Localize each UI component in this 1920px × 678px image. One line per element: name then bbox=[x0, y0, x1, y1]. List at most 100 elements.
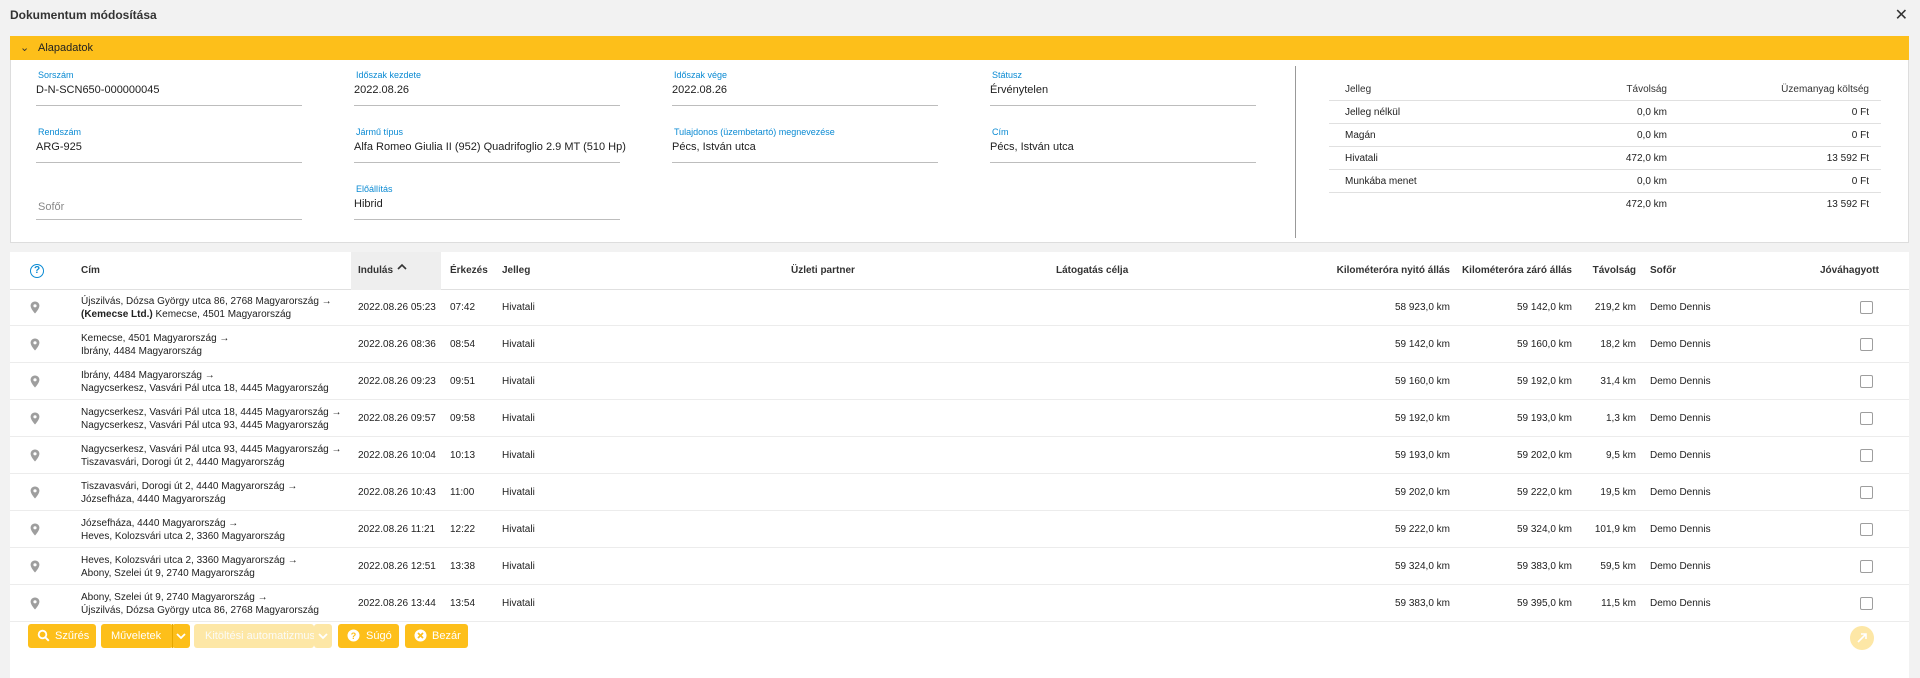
col-header-erkezes[interactable]: Érkezés bbox=[450, 265, 488, 276]
odometer-end-cell: 59 395,0 km bbox=[1516, 598, 1572, 609]
cim-field[interactable]: Cím Pécs, István utca bbox=[990, 127, 1256, 163]
approved-checkbox[interactable] bbox=[1860, 449, 1873, 462]
sugo-button[interactable]: ? Súgó bbox=[338, 624, 399, 648]
help-icon: ? bbox=[347, 629, 360, 642]
field-value: D-N-SCN650-000000045 bbox=[36, 84, 160, 96]
col-header-cim[interactable]: Cím bbox=[81, 265, 100, 276]
szures-button[interactable]: Szűrés bbox=[28, 624, 96, 648]
rendszam-field[interactable]: Rendszám ARG-925 bbox=[36, 127, 302, 163]
type-cell: Hivatali bbox=[502, 487, 535, 498]
close-circle-icon bbox=[414, 629, 427, 642]
odometer-start-cell: 59 142,0 km bbox=[1394, 339, 1450, 350]
map-pin-icon bbox=[30, 486, 40, 499]
muveletek-label: Műveletek bbox=[111, 630, 162, 642]
tulajdonos-field[interactable]: Tulajdonos (üzembetartó) megnevezése Péc… bbox=[672, 127, 938, 163]
field-label: Státusz bbox=[992, 70, 1023, 80]
col-header-jovahagyott[interactable]: Jóváhagyott bbox=[1820, 265, 1879, 276]
departure-cell: 2022.08.26 13:44 bbox=[358, 598, 436, 609]
sort-ascending-icon[interactable] bbox=[397, 262, 407, 275]
floating-action-button[interactable] bbox=[1850, 626, 1874, 650]
map-pin-icon bbox=[30, 449, 40, 462]
col-header-indulas[interactable]: Indulás bbox=[358, 265, 393, 276]
elohajtas-field[interactable]: Előállítás Hibrid bbox=[354, 184, 620, 220]
muveletek-button[interactable]: Műveletek bbox=[101, 624, 173, 648]
col-header-tavolsag[interactable]: Távolság bbox=[1593, 265, 1636, 276]
arrival-cell: 13:54 bbox=[450, 598, 476, 609]
approved-checkbox[interactable] bbox=[1860, 375, 1873, 388]
bezar-button[interactable]: Bezár bbox=[405, 624, 468, 648]
approved-checkbox[interactable] bbox=[1860, 597, 1873, 610]
question-circle-icon[interactable]: ? bbox=[30, 264, 44, 278]
expand-icon bbox=[1857, 633, 1867, 643]
table-row[interactable]: Abony, Szelei út 9, 2740 Magyarország → Ú… bbox=[10, 586, 1909, 622]
sorszam-field[interactable]: Sorszám D-N-SCN650-000000045 bbox=[36, 70, 302, 106]
statusz-field[interactable]: Státusz Érvénytelen bbox=[990, 70, 1256, 106]
odometer-start-cell: 58 923,0 km bbox=[1394, 302, 1450, 313]
col-header-latogatas-celja[interactable]: Látogatás célja bbox=[1056, 265, 1128, 276]
address-cell: Nagycserkesz, Vasvári Pál utca 93, 4445 … bbox=[81, 443, 342, 469]
departure-cell: 2022.08.26 10:43 bbox=[358, 487, 436, 498]
address-cell: Abony, Szelei út 9, 2740 Magyarország → Ú… bbox=[81, 591, 319, 617]
col-header-uzleti-partner[interactable]: Üzleti partner bbox=[791, 265, 855, 276]
trips-grid: ? Cím Indulás Érkezés Jelleg Üzleti part… bbox=[10, 252, 1909, 678]
field-placeholder: Sofőr bbox=[38, 201, 65, 213]
driver-cell: Demo Dennis bbox=[1650, 302, 1711, 313]
approved-checkbox[interactable] bbox=[1860, 412, 1873, 425]
address-cell: Heves, Kolozsvári utca 2, 3360 Magyarors… bbox=[81, 554, 298, 580]
col-header-jelleg[interactable]: Jelleg bbox=[502, 265, 530, 276]
grid-header: ? Cím Indulás Érkezés Jelleg Üzleti part… bbox=[10, 252, 1909, 290]
departure-cell: 2022.08.26 11:21 bbox=[358, 524, 436, 535]
field-label: Rendszám bbox=[38, 127, 82, 137]
approved-checkbox[interactable] bbox=[1860, 560, 1873, 573]
summary-cell: Jelleg nélkül bbox=[1345, 107, 1401, 118]
summary-row: Jelleg nélkül 0,0 km 0 Ft bbox=[1329, 101, 1881, 124]
table-row[interactable]: Újszilvás, Dózsa György utca 86, 2768 Ma… bbox=[10, 290, 1909, 326]
address-from: Ibrány, 4484 Magyarország → bbox=[81, 370, 215, 381]
kitoltesi-automatizmusok-button[interactable]: Kitöltési automatizmusok bbox=[194, 624, 327, 648]
col-header-km-zaro[interactable]: Kilométeróra záró állás bbox=[1462, 265, 1572, 276]
muveletek-dropdown-button[interactable] bbox=[172, 624, 190, 648]
table-row[interactable]: Nagycserkesz, Vasvári Pál utca 18, 4445 … bbox=[10, 401, 1909, 437]
search-icon bbox=[37, 629, 50, 642]
driver-cell: Demo Dennis bbox=[1650, 413, 1711, 424]
field-value: Érvénytelen bbox=[990, 84, 1049, 96]
field-label: Előállítás bbox=[356, 184, 393, 194]
departure-cell: 2022.08.26 05:23 bbox=[358, 302, 436, 313]
sofor-field[interactable]: Sofőr bbox=[36, 184, 302, 220]
jarmu-tipus-field[interactable]: Jármű típus Alfa Romeo Giulia II (952) Q… bbox=[354, 127, 626, 163]
col-header-km-nyito[interactable]: Kilométeróra nyitó állás bbox=[1337, 265, 1450, 276]
idoszak-vege-field[interactable]: Időszak vége 2022.08.26 bbox=[672, 70, 938, 106]
table-row[interactable]: Heves, Kolozsvári utca 2, 3360 Magyarors… bbox=[10, 549, 1909, 585]
address-from: Heves, Kolozsvári utca 2, 3360 Magyarors… bbox=[81, 555, 298, 566]
summary-row: Hivatali 472,0 km 13 592 Ft bbox=[1329, 147, 1881, 170]
chevron-down-icon[interactable]: ⌄ bbox=[20, 41, 29, 54]
address-to: Tiszavasvári, Dorogi út 2, 4440 Magyaror… bbox=[81, 457, 285, 468]
table-row[interactable]: Józsefháza, 4440 Magyarország → Heves, Ko… bbox=[10, 512, 1909, 548]
odometer-end-cell: 59 222,0 km bbox=[1516, 487, 1572, 498]
summary-cell: 0 Ft bbox=[1851, 176, 1869, 187]
table-row[interactable]: Tiszavasvári, Dorogi út 2, 4440 Magyaror… bbox=[10, 475, 1909, 511]
distance-cell: 11,5 km bbox=[1601, 598, 1636, 609]
arrival-cell: 07:42 bbox=[450, 302, 476, 313]
business-partner-tag: (Kemecse Ltd.) bbox=[81, 309, 153, 320]
close-icon[interactable]: ✕ bbox=[1895, 5, 1908, 25]
table-row[interactable]: Kemecse, 4501 Magyarország → Ibrány, 4484… bbox=[10, 327, 1909, 363]
field-label: Időszak vége bbox=[674, 70, 728, 80]
approved-checkbox[interactable] bbox=[1860, 486, 1873, 499]
arrival-cell: 08:54 bbox=[450, 339, 476, 350]
address-cell: Kemecse, 4501 Magyarország → Ibrány, 4484… bbox=[81, 332, 229, 358]
field-value: ARG-925 bbox=[36, 141, 82, 153]
table-row[interactable]: Nagycserkesz, Vasvári Pál utca 93, 4445 … bbox=[10, 438, 1909, 474]
odometer-end-cell: 59 202,0 km bbox=[1516, 450, 1572, 461]
approved-checkbox[interactable] bbox=[1860, 301, 1873, 314]
table-row[interactable]: Ibrány, 4484 Magyarország → Nagycserkesz,… bbox=[10, 364, 1909, 400]
section-header-alapadatok[interactable]: ⌄ Alapadatok bbox=[10, 36, 1909, 60]
kitoltesi-dropdown-button[interactable] bbox=[314, 624, 332, 648]
col-header-sofor[interactable]: Sofőr bbox=[1650, 265, 1676, 276]
idoszak-kezdete-field[interactable]: Időszak kezdete 2022.08.26 bbox=[354, 70, 620, 106]
approved-checkbox[interactable] bbox=[1860, 523, 1873, 536]
address-cell: Újszilvás, Dózsa György utca 86, 2768 Ma… bbox=[81, 295, 332, 321]
map-pin-icon bbox=[30, 375, 40, 388]
approved-checkbox[interactable] bbox=[1860, 338, 1873, 351]
address-to: Abony, Szelei út 9, 2740 Magyarország bbox=[81, 568, 255, 579]
